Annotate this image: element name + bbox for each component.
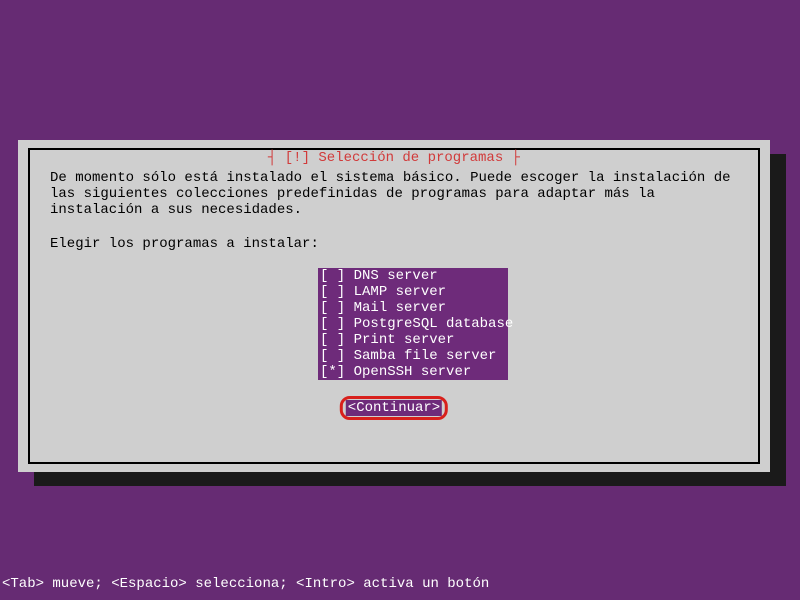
option-lamp-server[interactable]: [ ] LAMP server <box>318 284 508 300</box>
option-label: LAMP server <box>354 284 446 300</box>
option-label: Mail server <box>354 300 446 316</box>
continue-button[interactable]: <Continuar> <box>346 400 442 416</box>
software-options-list: [ ] DNS server [ ] LAMP server [ ] Mail … <box>318 268 508 380</box>
option-samba-file-server[interactable]: [ ] Samba file server <box>318 348 508 364</box>
option-label: OpenSSH server <box>354 364 472 380</box>
option-mail-server[interactable]: [ ] Mail server <box>318 300 508 316</box>
checkbox-icon: [ ] <box>320 284 345 300</box>
checkbox-checked-icon: [*] <box>320 364 345 380</box>
dialog-title: ┤ [!] Selección de programas ├ <box>264 150 524 166</box>
option-openssh-server[interactable]: [*] OpenSSH server <box>318 364 508 380</box>
checkbox-icon: [ ] <box>320 316 345 332</box>
footer-hint: <Tab> mueve; <Espacio> selecciona; <Intr… <box>2 576 489 592</box>
dialog-body-text: De momento sólo está instalado el sistem… <box>50 170 738 218</box>
software-selection-dialog: ┤ [!] Selección de programas ├ De moment… <box>18 140 770 472</box>
option-label: DNS server <box>354 268 438 284</box>
option-print-server[interactable]: [ ] Print server <box>318 332 508 348</box>
checkbox-icon: [ ] <box>320 300 345 316</box>
option-label: Samba file server <box>354 348 497 364</box>
option-dns-server[interactable]: [ ] DNS server <box>318 268 508 284</box>
option-label: PostgreSQL database <box>354 316 514 332</box>
checkbox-icon: [ ] <box>320 268 345 284</box>
option-label: Print server <box>354 332 455 348</box>
checkbox-icon: [ ] <box>320 348 345 364</box>
continue-highlight: <Continuar> <box>340 396 448 420</box>
checkbox-icon: [ ] <box>320 332 345 348</box>
option-postgresql-database[interactable]: [ ] PostgreSQL database <box>318 316 508 332</box>
dialog-prompt: Elegir los programas a instalar: <box>50 236 319 252</box>
